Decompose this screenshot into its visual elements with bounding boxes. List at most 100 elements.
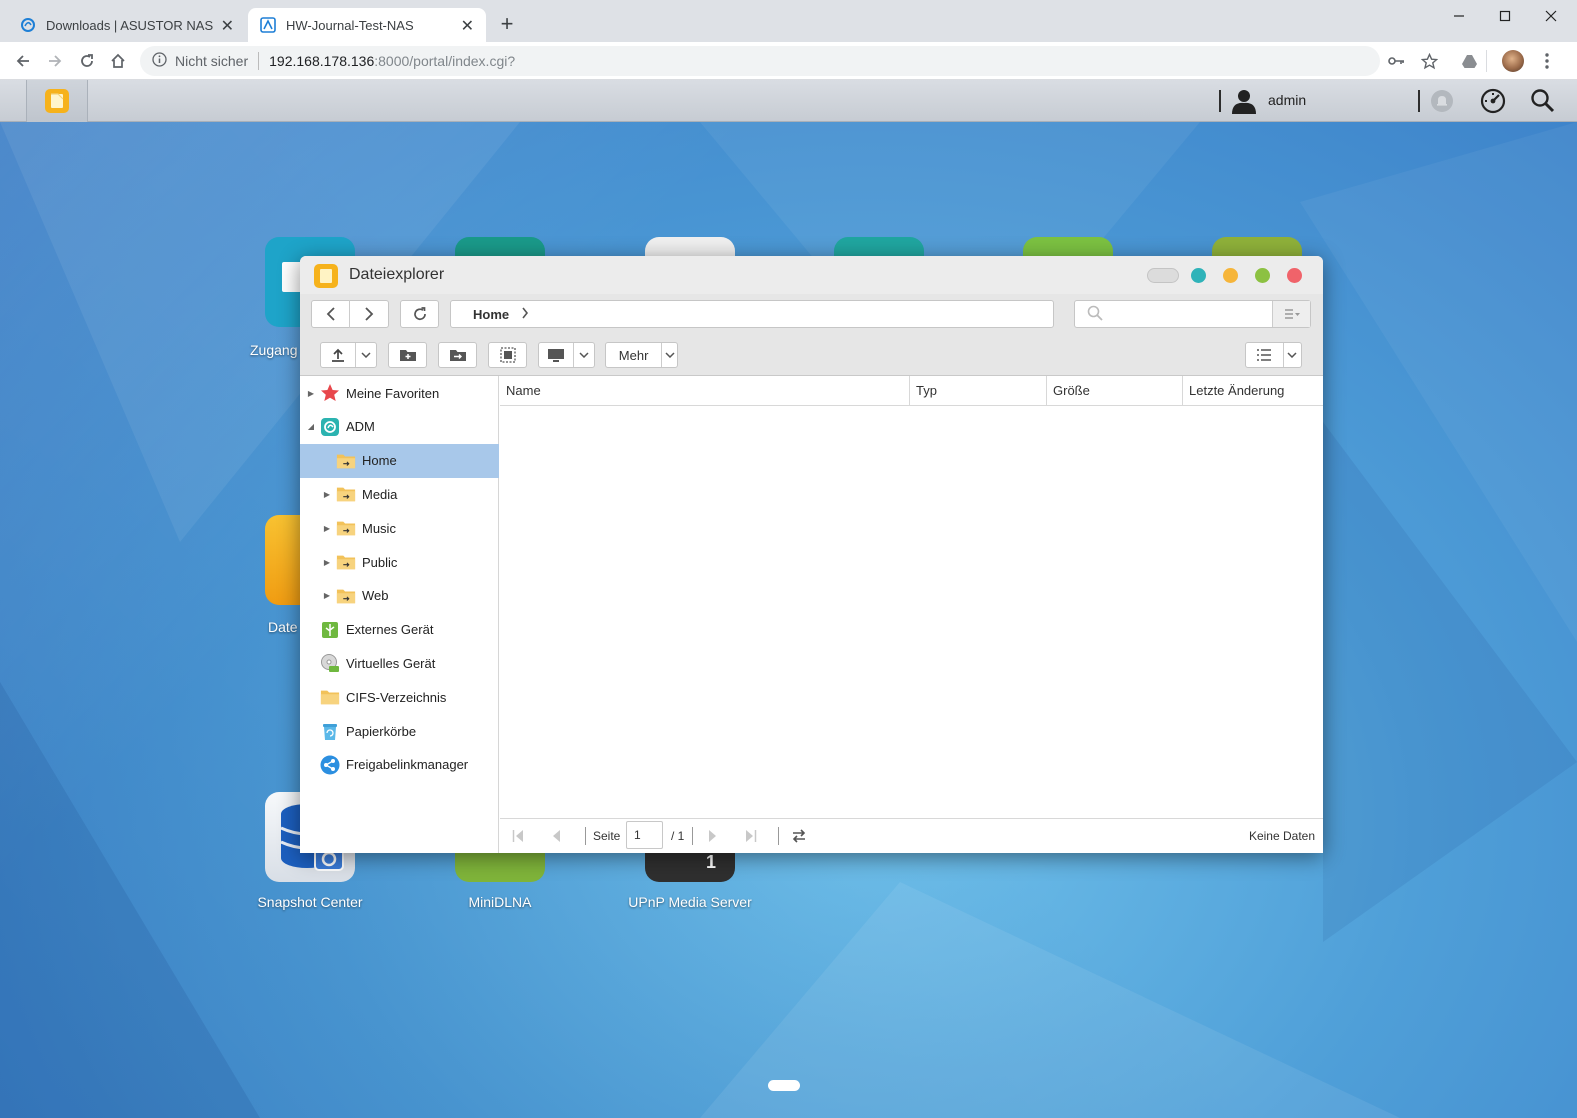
window-restore-button[interactable] bbox=[1191, 268, 1206, 283]
tree-item-external-device[interactable]: Externes Gerät bbox=[300, 613, 499, 647]
reload-list-icon[interactable] bbox=[791, 828, 807, 847]
shared-folder-icon bbox=[336, 452, 356, 470]
browser-toolbar: Nicht sicher 192.168.178.136:8000/portal… bbox=[0, 42, 1577, 80]
maximize-window-button[interactable] bbox=[1482, 0, 1528, 32]
expand-arrow-icon[interactable]: ▶ bbox=[322, 490, 332, 499]
tree-item-label: Music bbox=[362, 520, 396, 536]
shared-folder-icon bbox=[336, 519, 356, 537]
tree-item-media[interactable]: ▶ Media bbox=[300, 477, 499, 511]
next-page-icon[interactable] bbox=[708, 829, 718, 846]
select-all-button[interactable] bbox=[488, 342, 527, 368]
tree-item-favorites[interactable]: ▶ Meine Favoriten bbox=[300, 376, 499, 410]
tree-item-adm[interactable]: ◢ ADM bbox=[300, 410, 499, 444]
upload-icon bbox=[321, 348, 355, 362]
close-window-button[interactable] bbox=[1528, 0, 1574, 32]
window-title-bar[interactable]: Dateiexplorer bbox=[300, 256, 1323, 294]
expand-arrow-icon[interactable]: ▶ bbox=[322, 591, 332, 600]
tree-item-label: Meine Favoriten bbox=[346, 385, 440, 401]
window-title: Dateiexplorer bbox=[349, 266, 445, 283]
forward-arrow-icon[interactable] bbox=[42, 48, 68, 74]
refresh-icon bbox=[412, 306, 428, 322]
advanced-search-icon[interactable] bbox=[1272, 301, 1310, 327]
chevron-down-icon bbox=[661, 343, 677, 367]
expand-arrow-icon[interactable]: ▶ bbox=[306, 389, 316, 398]
tree-item-cifs-folder[interactable]: CIFS-Verzeichnis bbox=[300, 680, 499, 714]
tree-item-home[interactable]: Home bbox=[300, 443, 499, 478]
upload-button[interactable] bbox=[320, 342, 377, 368]
url-host: 192.168.178.136 bbox=[269, 53, 375, 69]
info-icon[interactable] bbox=[152, 52, 167, 70]
previous-page-icon[interactable] bbox=[551, 829, 561, 846]
username-label[interactable]: admin bbox=[1268, 92, 1306, 108]
back-arrow-icon[interactable] bbox=[10, 48, 36, 74]
tree-item-music[interactable]: ▶ Music bbox=[300, 511, 499, 545]
taskbar-file-explorer-button[interactable] bbox=[26, 80, 88, 122]
new-folder-button[interactable] bbox=[388, 342, 427, 368]
explorer-toolbar: Home Mehr bbox=[300, 294, 1323, 376]
drive-extension-icon[interactable] bbox=[1456, 48, 1482, 74]
expand-arrow-icon[interactable]: ▶ bbox=[322, 558, 332, 567]
tree-item-label: CIFS-Verzeichnis bbox=[346, 689, 447, 705]
search-box bbox=[1074, 300, 1311, 328]
column-header-name[interactable]: Name bbox=[500, 376, 910, 406]
close-tab-icon[interactable]: ✕ bbox=[221, 16, 234, 36]
page-number-input[interactable] bbox=[626, 821, 663, 849]
chevron-down-icon[interactable] bbox=[572, 343, 594, 367]
window-close-button[interactable] bbox=[1287, 268, 1302, 283]
tree-item-label: Freigabelinkmanager bbox=[346, 757, 469, 773]
folder-icon bbox=[320, 688, 340, 706]
reload-icon[interactable] bbox=[74, 48, 100, 74]
breadcrumb: Home bbox=[450, 300, 1054, 328]
minimize-window-button[interactable] bbox=[1436, 0, 1482, 32]
last-page-icon[interactable] bbox=[745, 829, 757, 846]
chevron-down-icon[interactable] bbox=[354, 343, 376, 367]
key-icon[interactable] bbox=[1384, 48, 1410, 74]
expand-arrow-icon[interactable]: ▶ bbox=[322, 524, 332, 533]
search-icon[interactable] bbox=[1530, 88, 1556, 114]
window-pin-toggle[interactable] bbox=[1147, 268, 1179, 283]
tree-item-web[interactable]: ▶ Web bbox=[300, 579, 499, 613]
column-header-modified[interactable]: Letzte Änderung bbox=[1183, 376, 1323, 406]
tab-hw-journal[interactable]: HW-Journal-Test-NAS ✕ bbox=[248, 8, 486, 42]
desktop-page-indicator[interactable] bbox=[768, 1080, 800, 1091]
user-icon[interactable] bbox=[1231, 88, 1257, 114]
profile-avatar[interactable] bbox=[1500, 48, 1526, 74]
breadcrumb-item-home[interactable]: Home bbox=[473, 307, 509, 322]
window-maximize-button[interactable] bbox=[1255, 268, 1270, 283]
move-folder-button[interactable] bbox=[438, 342, 477, 368]
first-page-icon[interactable] bbox=[512, 829, 524, 846]
search-input[interactable] bbox=[1109, 306, 1269, 322]
address-bar[interactable]: Nicht sicher 192.168.178.136:8000/portal… bbox=[140, 46, 1380, 76]
bookmark-star-icon[interactable] bbox=[1416, 48, 1442, 74]
mount-button[interactable] bbox=[538, 342, 595, 368]
app-label: MiniDLNA bbox=[468, 894, 532, 910]
window-minimize-button[interactable] bbox=[1223, 268, 1238, 283]
tree-item-public[interactable]: ▶ Public bbox=[300, 545, 499, 579]
column-header-size[interactable]: Größe bbox=[1047, 376, 1183, 406]
view-mode-button[interactable] bbox=[1245, 342, 1302, 368]
list-view-icon bbox=[1246, 349, 1283, 361]
star-icon bbox=[320, 384, 340, 402]
chevron-down-icon[interactable] bbox=[1282, 343, 1301, 367]
refresh-button[interactable] bbox=[400, 300, 439, 328]
collapse-arrow-icon[interactable]: ◢ bbox=[306, 422, 316, 431]
monitor-icon bbox=[539, 348, 573, 363]
tree-item-recycle-bins[interactable]: Papierkörbe bbox=[300, 714, 499, 748]
tree-item-virtual-device[interactable]: Virtuelles Gerät bbox=[300, 646, 499, 680]
back-arrow-icon[interactable] bbox=[312, 300, 351, 328]
tab-title: HW-Journal-Test-NAS bbox=[286, 17, 414, 33]
column-header-type[interactable]: Typ bbox=[910, 376, 1047, 406]
tree-item-share-link-manager[interactable]: Freigabelinkmanager bbox=[300, 748, 499, 782]
close-tab-icon[interactable]: ✕ bbox=[461, 16, 474, 36]
url-path: :8000/portal/index.cgi? bbox=[374, 53, 516, 69]
new-tab-button[interactable]: + bbox=[496, 12, 518, 36]
tab-downloads[interactable]: Downloads | ASUSTOR NAS ✕ bbox=[8, 8, 246, 42]
notification-bell-icon[interactable] bbox=[1430, 89, 1454, 113]
chrome-menu-icon[interactable] bbox=[1534, 48, 1560, 74]
tree-item-label: Media bbox=[362, 486, 398, 502]
home-icon[interactable] bbox=[105, 48, 131, 74]
more-button[interactable]: Mehr bbox=[605, 342, 678, 368]
activity-monitor-icon[interactable] bbox=[1480, 88, 1506, 114]
pagination-bar: Seite / 1 Keine Daten bbox=[500, 818, 1323, 853]
forward-arrow-icon[interactable] bbox=[350, 300, 388, 328]
